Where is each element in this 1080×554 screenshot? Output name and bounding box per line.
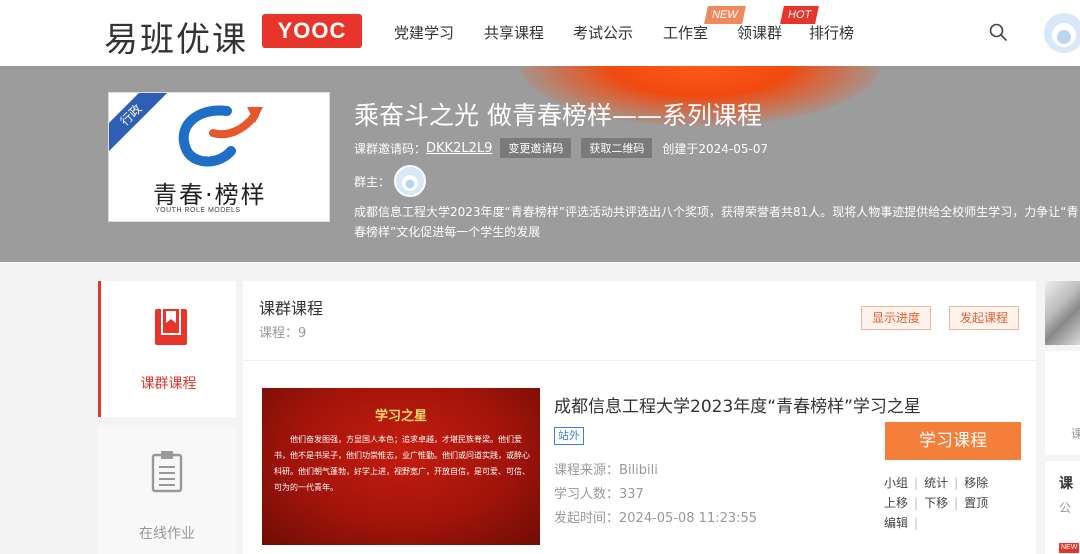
- course-learners: 学习人数：337: [554, 487, 644, 502]
- invite-code-label: 课群邀请码：: [354, 141, 427, 156]
- external-tag: 站外: [554, 427, 584, 445]
- right-column: 课 课 公 NEW: [1044, 281, 1080, 554]
- panel-header: 课群课程 课程：9 显示进度 发起课程: [243, 281, 1036, 361]
- move-down-link[interactable]: 下移: [924, 496, 948, 510]
- top-header: 易班优课 YOOC 党建学习 共享课程 考试公示 工作室 NEW 领课群 HOT…: [0, 0, 1080, 66]
- invite-code[interactable]: DKK2L2L9: [426, 141, 492, 156]
- nav-item-ranking[interactable]: 排行榜: [809, 22, 854, 43]
- move-up-link[interactable]: 上移: [884, 496, 908, 510]
- remove-link[interactable]: 移除: [964, 476, 988, 490]
- thumbnail-text: 他们奋发图强，方显国人本色；追求卓越，才堪民族脊梁。他们爱书，他不是书呆子，他们…: [274, 435, 530, 492]
- sidebar-item-label: 课群课程: [140, 376, 197, 392]
- course-source: 课程来源：Bilibili: [554, 463, 658, 478]
- separator: |: [914, 496, 919, 510]
- sidebar-item-online-homework[interactable]: 在线作业: [98, 427, 236, 554]
- book-icon: [155, 309, 187, 345]
- owner-label: 群主：: [354, 174, 391, 189]
- separator: |: [954, 496, 959, 510]
- nav-item-exam-notice[interactable]: 考试公示: [573, 22, 633, 43]
- pin-top-link[interactable]: 置顶: [964, 496, 988, 510]
- user-avatar[interactable]: [1044, 13, 1080, 53]
- start-course-button[interactable]: 发起课程: [949, 306, 1020, 330]
- course-title[interactable]: 成都信息工程大学2023年度“青春榜样”学习之星: [554, 392, 921, 417]
- group-courses-panel: 课群课程 课程：9 显示进度 发起课程 学习之星 他们奋发图强，方显国人本色；追…: [243, 281, 1036, 554]
- show-progress-button[interactable]: 显示进度: [861, 306, 932, 330]
- get-qr-code-button[interactable]: 获取二维码: [581, 138, 653, 158]
- change-invite-code-button[interactable]: 变更邀请码: [500, 138, 572, 158]
- owner-face-icon: [402, 175, 419, 191]
- stats-link[interactable]: 统计: [924, 476, 948, 490]
- separator: |: [914, 476, 919, 490]
- right-info-box: 课: [1045, 351, 1080, 455]
- right-heading-fragment: 课: [1059, 476, 1073, 492]
- logo-badge[interactable]: YOOC: [262, 14, 362, 48]
- cover-logo-icon: [178, 105, 263, 167]
- edit-link[interactable]: 编辑: [884, 516, 908, 530]
- nav-item-join-group[interactable]: 领课群: [737, 22, 782, 43]
- course-ops-row-3: 编辑 |: [884, 514, 924, 531]
- right-info-box-2: 课 公 NEW: [1045, 461, 1080, 554]
- cover-subtitle: YOUTH ROLE MODELS: [155, 207, 241, 214]
- group-meta: 课群邀请码： DKK2L2L9 变更邀请码 获取二维码 创建于2024-05-0…: [354, 138, 768, 158]
- logo-text[interactable]: 易班优课: [104, 12, 248, 61]
- right-text-fragment: 课: [1071, 427, 1080, 441]
- owner-avatar[interactable]: [394, 165, 427, 197]
- group-link[interactable]: 小组: [884, 476, 908, 490]
- separator: |: [954, 476, 959, 490]
- nav-item-shared-courses[interactable]: 共享课程: [484, 22, 544, 43]
- cover-title: 青春·榜样: [153, 181, 267, 209]
- sidebar-item-group-courses[interactable]: 课群课程: [98, 281, 236, 417]
- nav-item-studio[interactable]: 工作室: [663, 22, 708, 43]
- course-start-time: 发起时间：2024-05-08 11:23:55: [554, 511, 758, 526]
- left-sidebar: 课群课程 在线作业: [98, 281, 236, 554]
- course-ops-row-2: 上移 | 下移 | 置顶: [884, 494, 988, 511]
- thumbnail-title: 学习之星: [374, 409, 427, 424]
- search-icon[interactable]: [988, 22, 1008, 42]
- course-count: 课程：9: [259, 326, 307, 341]
- separator: |: [914, 516, 919, 530]
- study-course-button[interactable]: 学习课程: [885, 422, 1021, 460]
- course-thumbnail[interactable]: 学习之星 他们奋发图强，方显国人本色；追求卓越，才堪民族脊梁。他们爱书，他不是书…: [262, 388, 540, 545]
- clipboard-icon: [151, 451, 183, 493]
- panel-title: 课群课程: [259, 299, 324, 318]
- right-subtext-fragment: 公: [1059, 501, 1072, 515]
- created-date: 创建于2024-05-07: [662, 141, 769, 156]
- sidebar-item-label: 在线作业: [139, 526, 195, 542]
- group-owner: 群主：: [354, 165, 427, 197]
- course-group-banner: 行政 青春·榜样 YOUTH ROLE MODELS 乘奋斗之光 做青春榜样——…: [0, 66, 1080, 262]
- avatar-face-icon: [1052, 23, 1076, 47]
- group-cover-image: 行政 青春·榜样 YOUTH ROLE MODELS: [108, 92, 330, 222]
- course-ops-row-1: 小组 | 统计 | 移除: [884, 474, 988, 491]
- nav-item-party-study[interactable]: 党建学习: [394, 22, 454, 43]
- group-title: 乘奋斗之光 做青春榜样——系列课程: [354, 101, 762, 130]
- group-description: 成都信息工程大学2023年度“青春榜样”评选活动共评选出八个奖项，获得荣誉者共8…: [354, 205, 1079, 239]
- right-promo-image[interactable]: [1045, 281, 1080, 345]
- new-badge: NEW: [1059, 543, 1080, 553]
